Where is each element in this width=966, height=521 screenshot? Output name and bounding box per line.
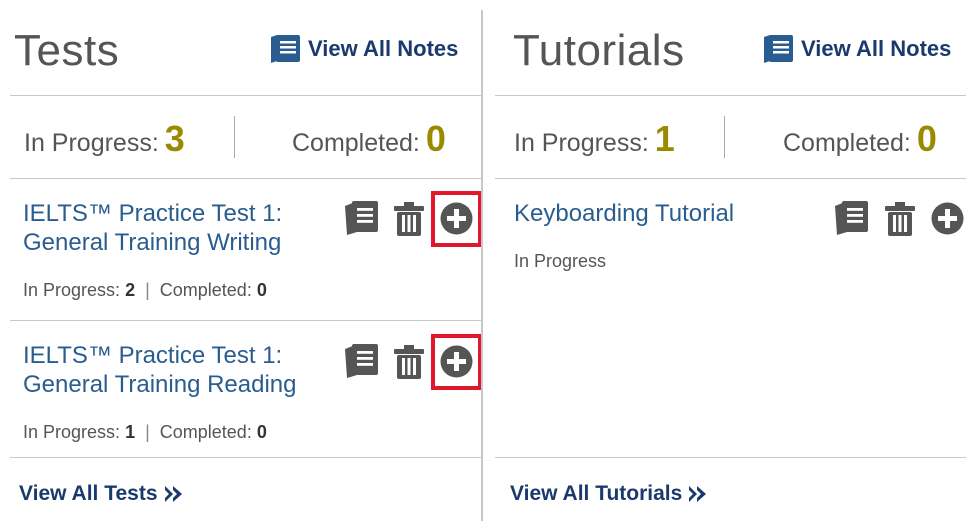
tutorials-view-all-notes-link[interactable]: View All Notes — [761, 34, 951, 64]
plus-circle-icon[interactable] — [440, 202, 473, 235]
panel-divider — [481, 10, 483, 521]
notes-icon[interactable] — [343, 200, 381, 236]
notes-icon[interactable] — [343, 343, 381, 379]
completed-label: Completed: — [783, 129, 911, 157]
tests-panel: Tests View All Notes In Progress: 3 Comp… — [0, 0, 482, 521]
divider — [10, 320, 481, 321]
tutorials-title: Tutorials — [513, 26, 685, 75]
completed-label: Completed: — [292, 129, 420, 157]
tests-title: Tests — [14, 26, 120, 75]
tests-completed-stat: Completed: 0 — [292, 118, 446, 160]
stat-separator — [724, 116, 725, 158]
plus-circle-icon[interactable] — [440, 345, 473, 378]
test-item-progress-reading: In Progress: 1 | Completed: 0 — [23, 422, 267, 442]
divider — [495, 95, 966, 96]
trash-icon[interactable] — [394, 345, 424, 379]
trash-icon[interactable] — [885, 202, 915, 236]
test-title-line2: General Training Reading — [23, 371, 297, 398]
test-item-title-writing[interactable]: IELTS™ Practice Test 1: General Training… — [23, 199, 282, 257]
test-title-line1: IELTS™ Practice Test 1: — [23, 342, 283, 369]
divider — [10, 457, 481, 458]
test-title-line2: General Training Writing — [23, 229, 282, 256]
double-chevron-right-icon — [689, 486, 707, 502]
notes-icon — [271, 35, 300, 63]
tutorial-item-status: In Progress — [514, 251, 607, 271]
notes-icon — [764, 35, 793, 63]
divider — [495, 178, 966, 179]
notes-icon[interactable] — [833, 200, 871, 236]
divider — [10, 95, 481, 96]
stat-separator — [234, 116, 235, 158]
view-all-notes-label: View All Notes — [308, 36, 459, 61]
test-item-title-reading[interactable]: IELTS™ Practice Test 1: General Training… — [23, 341, 297, 399]
tutorials-completed-stat: Completed: 0 — [783, 118, 937, 160]
double-chevron-right-icon — [164, 486, 182, 502]
plus-circle-icon[interactable] — [931, 202, 964, 235]
in-progress-label: In Progress: — [514, 129, 649, 157]
in-progress-count: 1 — [654, 118, 675, 159]
completed-count: 0 — [916, 118, 937, 159]
completed-count: 0 — [425, 118, 446, 159]
divider — [495, 457, 966, 458]
divider — [10, 178, 481, 179]
test-title-line1: IELTS™ Practice Test 1: — [23, 200, 283, 227]
tutorials-panel: Tutorials View All Notes In Progress: 1 … — [495, 0, 966, 521]
view-all-notes-label: View All Notes — [801, 36, 952, 61]
tests-in-progress-stat: In Progress: 3 — [24, 118, 185, 160]
tutorials-in-progress-stat: In Progress: 1 — [514, 118, 675, 160]
test-item-progress-writing: In Progress: 2 | Completed: 0 — [23, 280, 267, 300]
view-all-tutorials-label: View All Tutorials — [510, 482, 683, 505]
view-all-tests-label: View All Tests — [19, 482, 158, 505]
tutorial-item-title[interactable]: Keyboarding Tutorial — [514, 199, 734, 228]
trash-icon[interactable] — [394, 202, 424, 236]
tests-view-all-notes-link[interactable]: View All Notes — [268, 34, 458, 64]
in-progress-count: 3 — [164, 118, 185, 159]
in-progress-label: In Progress: — [24, 129, 159, 157]
view-all-tests-link[interactable]: View All Tests — [19, 482, 184, 506]
view-all-tutorials-link[interactable]: View All Tutorials — [510, 482, 708, 506]
